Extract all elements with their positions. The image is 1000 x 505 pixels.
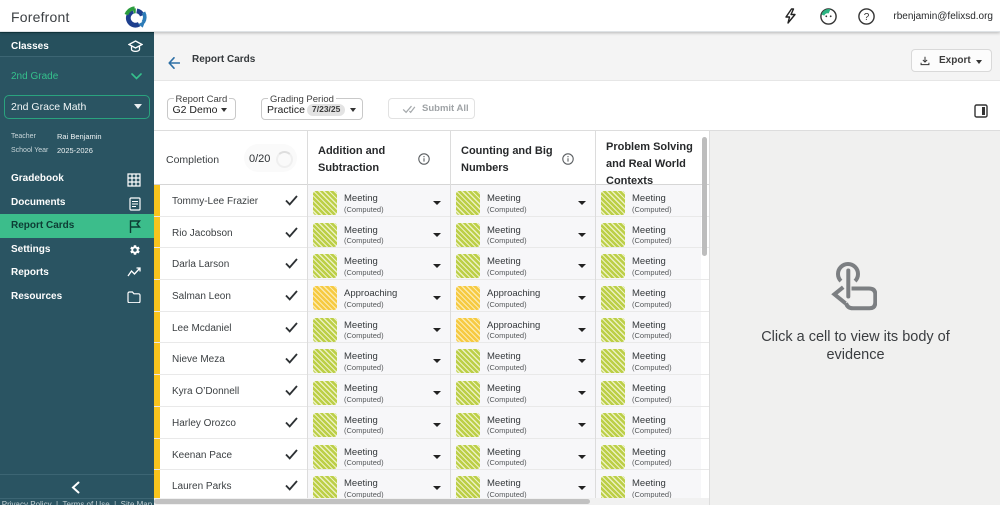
- svg-text:?: ?: [864, 12, 870, 23]
